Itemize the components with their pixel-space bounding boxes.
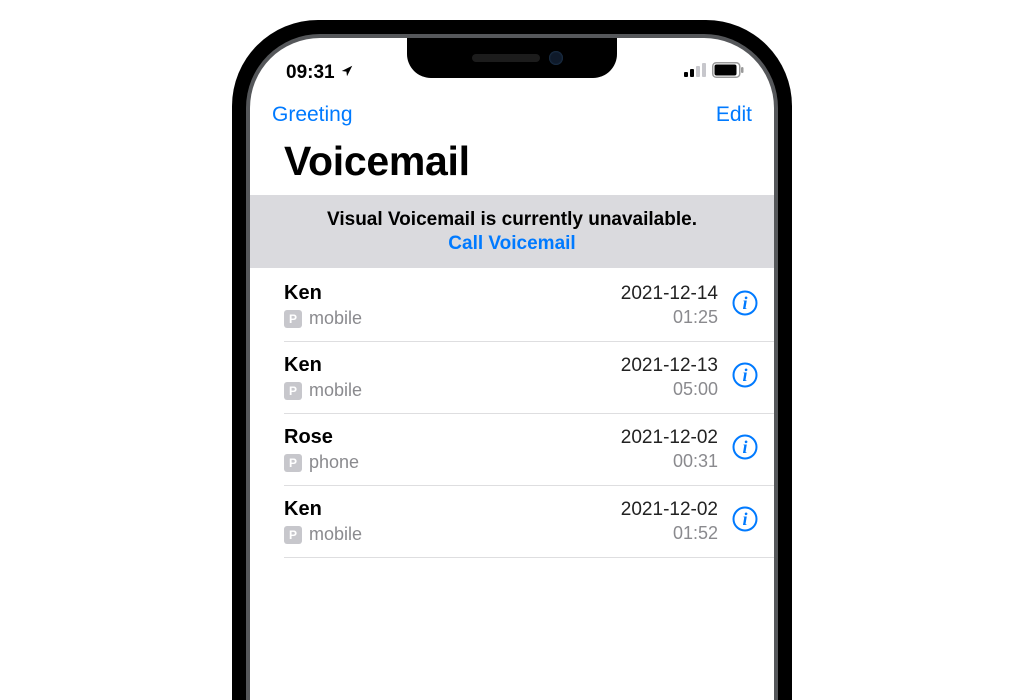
caller-name: Ken [284,498,362,521]
list-item-right: 2021-12-02 01:52 i [621,499,758,544]
svg-text:i: i [742,293,747,313]
nav-bar: Greeting Edit [250,92,774,132]
info-icon[interactable]: i [732,506,758,537]
p-badge-icon: P [284,526,302,544]
phone-label: mobile [309,380,362,401]
voicemail-date: 2021-12-02 [621,499,718,521]
info-icon[interactable]: i [732,290,758,321]
voicemail-date: 2021-12-13 [621,355,718,377]
p-badge-icon: P [284,454,302,472]
status-left: 09:31 [286,62,354,84]
voicemail-duration: 05:00 [673,379,718,400]
notch [407,38,617,78]
list-item[interactable]: Ken P mobile 2021-12-13 05:00 [284,342,774,414]
phone-frame: 09:31 [232,20,792,700]
list-item[interactable]: Ken P mobile 2021-12-02 01:52 [284,486,774,558]
cellular-signal-icon [684,63,706,82]
voicemail-duration: 01:25 [673,307,718,328]
caller-name: Ken [284,354,362,377]
phone-inner-ring: 09:31 [246,34,778,700]
list-item-right: 2021-12-02 00:31 i [621,427,758,472]
battery-icon [712,62,744,83]
earpiece-speaker [472,54,540,62]
caller-name: Ken [284,282,362,305]
date-stack: 2021-12-02 00:31 [621,427,718,472]
p-badge-icon: P [284,382,302,400]
status-right [684,62,744,83]
date-stack: 2021-12-02 01:52 [621,499,718,544]
phone-label: phone [309,452,359,473]
list-item[interactable]: Rose P phone 2021-12-02 00:31 [284,414,774,486]
label-line: P phone [284,452,359,473]
status-time: 09:31 [286,62,335,84]
voicemail-unavailable-banner: Visual Voicemail is currently unavailabl… [250,195,774,268]
voicemail-duration: 01:52 [673,523,718,544]
edit-button[interactable]: Edit [716,103,752,127]
voicemail-list: Ken P mobile 2021-12-14 01:25 [250,268,774,558]
info-icon[interactable]: i [732,434,758,465]
banner-message: Visual Voicemail is currently unavailabl… [260,209,764,231]
call-voicemail-button[interactable]: Call Voicemail [260,233,764,255]
svg-text:i: i [742,509,747,529]
info-icon[interactable]: i [732,362,758,393]
phone-label: mobile [309,308,362,329]
voicemail-date: 2021-12-14 [621,283,718,305]
phone-body: 09:31 [232,20,792,700]
list-item-right: 2021-12-13 05:00 i [621,355,758,400]
caller-name: Rose [284,426,359,449]
list-item-left: Rose P phone [284,426,359,473]
svg-text:i: i [742,437,747,457]
phone-screen: 09:31 [250,38,774,700]
list-item-left: Ken P mobile [284,498,362,545]
greeting-button[interactable]: Greeting [272,103,353,127]
date-stack: 2021-12-13 05:00 [621,355,718,400]
list-item-left: Ken P mobile [284,354,362,401]
front-camera [549,51,563,65]
label-line: P mobile [284,524,362,545]
list-item-right: 2021-12-14 01:25 i [621,283,758,328]
p-badge-icon: P [284,310,302,328]
voicemail-date: 2021-12-02 [621,427,718,449]
list-item-left: Ken P mobile [284,282,362,329]
label-line: P mobile [284,308,362,329]
voicemail-duration: 00:31 [673,451,718,472]
phone-label: mobile [309,524,362,545]
page-title: Voicemail [250,132,774,195]
location-arrow-icon [340,62,354,84]
svg-text:i: i [742,365,747,385]
label-line: P mobile [284,380,362,401]
list-item[interactable]: Ken P mobile 2021-12-14 01:25 [284,268,774,342]
date-stack: 2021-12-14 01:25 [621,283,718,328]
